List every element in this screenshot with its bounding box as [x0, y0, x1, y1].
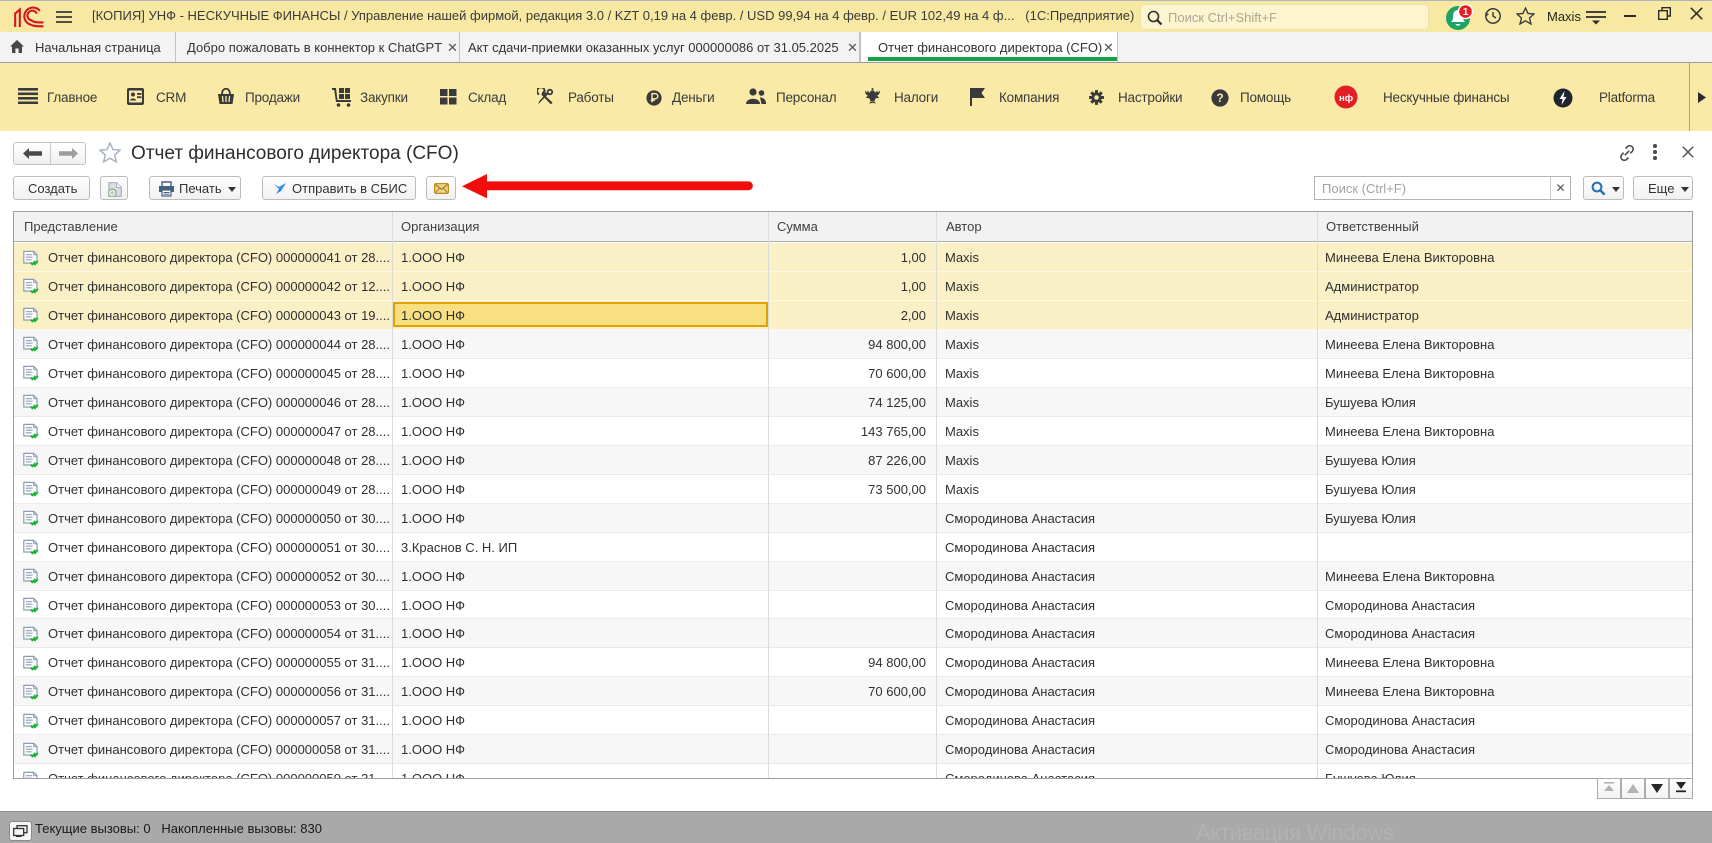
- svg-text:1: 1: [1463, 6, 1469, 18]
- svg-text:?: ?: [1216, 91, 1223, 105]
- svg-text:нф: нф: [1339, 93, 1353, 104]
